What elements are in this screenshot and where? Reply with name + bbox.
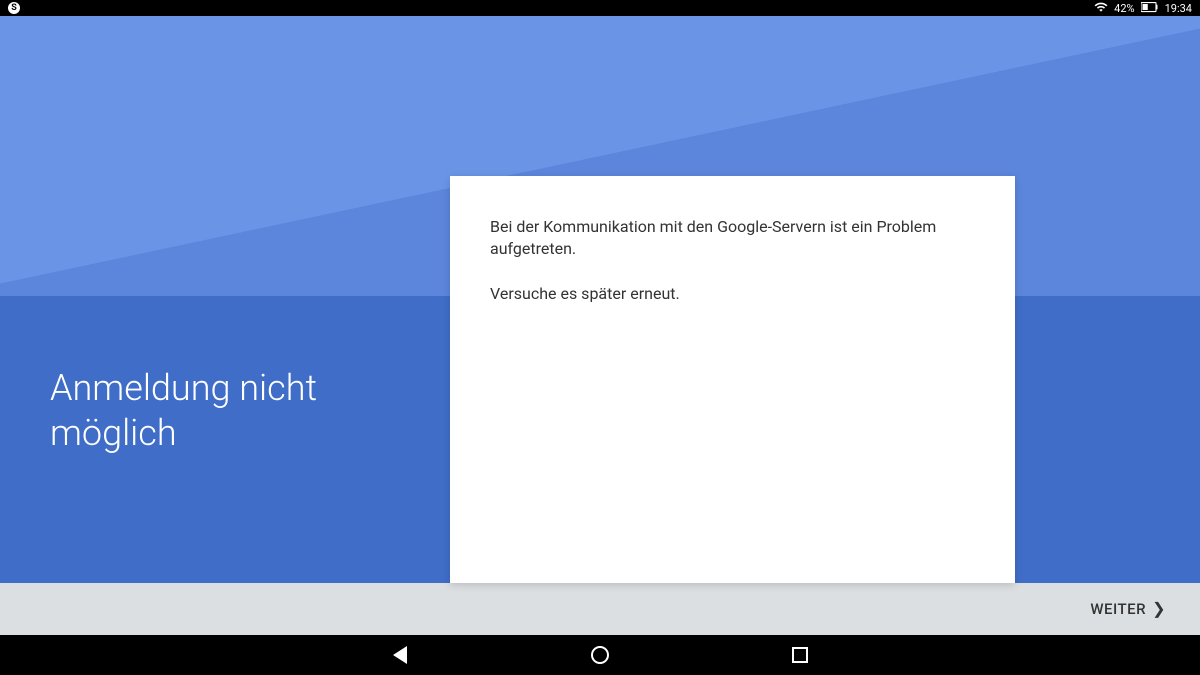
status-right: 42% 19:34	[1094, 0, 1192, 17]
main-content: Anmeldung nicht möglich Bei der Kommunik…	[0, 16, 1200, 583]
battery-percent: 42%	[1114, 2, 1134, 15]
status-left: S	[8, 2, 20, 14]
triangle-back-icon	[393, 646, 407, 664]
page-title: Anmeldung nicht möglich	[50, 366, 430, 456]
navigation-bar	[0, 635, 1200, 675]
status-bar: S 42% 19:34	[0, 0, 1200, 16]
notification-icon: S	[8, 2, 20, 14]
status-time: 19:34	[1165, 2, 1192, 15]
circle-home-icon	[591, 646, 609, 664]
recent-apps-button[interactable]	[790, 645, 810, 665]
error-message: Bei der Kommunikation mit den Google-Ser…	[490, 216, 975, 261]
wifi-icon	[1094, 0, 1108, 17]
next-button[interactable]: WEITER ❯	[1086, 592, 1170, 626]
square-recent-icon	[792, 647, 808, 663]
next-button-label: WEITER	[1090, 600, 1146, 618]
home-button[interactable]	[590, 645, 610, 665]
error-card: Bei der Kommunikation mit den Google-Ser…	[450, 176, 1015, 583]
battery-icon	[1141, 1, 1159, 16]
back-button[interactable]	[390, 645, 410, 665]
action-bar: WEITER ❯	[0, 583, 1200, 635]
retry-message: Versuche es später erneut.	[490, 283, 975, 305]
chevron-right-icon: ❯	[1152, 601, 1166, 617]
